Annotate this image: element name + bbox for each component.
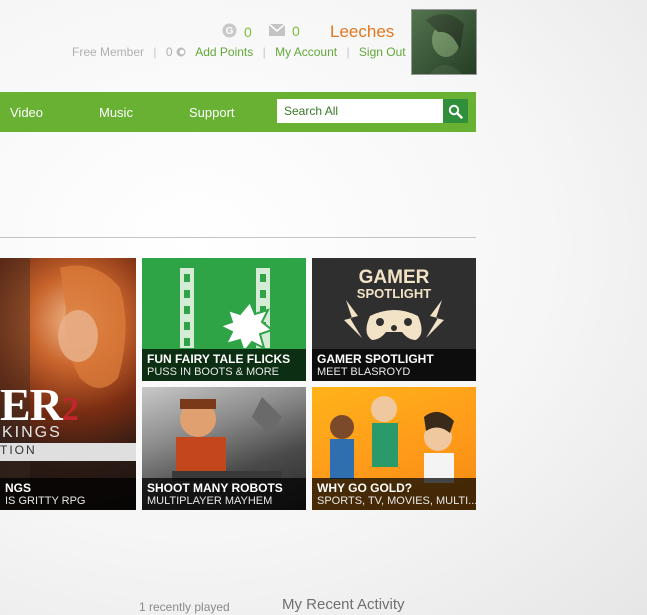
gamerscore-counter: G 0 bbox=[222, 23, 252, 41]
tile-subtitle: SPORTS, TV, MOVIES, MULTI... bbox=[317, 495, 476, 507]
tile-title: SHOOT MANY ROBOTS bbox=[147, 481, 283, 495]
avatar[interactable] bbox=[411, 9, 477, 75]
sign-out-link[interactable]: Sign Out bbox=[359, 45, 406, 59]
witcher-art-kings: KINGS bbox=[2, 424, 62, 441]
search-icon bbox=[448, 104, 463, 124]
witcher-art-edition: TION bbox=[0, 443, 37, 457]
membership-label: Free Member bbox=[72, 45, 145, 59]
add-points-link[interactable]: Add Points bbox=[195, 45, 253, 59]
tile-title: WHY GO GOLD? bbox=[317, 481, 413, 495]
gamerscore-value: 0 bbox=[244, 24, 252, 40]
svg-text:G: G bbox=[226, 26, 234, 37]
tile-gamer-spotlight[interactable]: GAMER SPOTLIGHT GAMER SPOTLIGHT MEET BLA… bbox=[312, 258, 476, 381]
controller-icon bbox=[340, 298, 448, 353]
tile-subtitle: IS GRITTY RPG bbox=[5, 495, 86, 507]
tile-why-go-gold[interactable]: WHY GO GOLD? SPORTS, TV, MOVIES, MULTI..… bbox=[312, 387, 476, 510]
tile-subtitle: PUSS IN BOOTS & MORE bbox=[147, 366, 280, 378]
film-icon bbox=[180, 268, 275, 355]
recent-activity-heading: My Recent Activity bbox=[282, 596, 405, 613]
messages-value: 0 bbox=[292, 23, 300, 39]
account-meta: Free Member | 0 Add Points | My Account … bbox=[72, 45, 406, 60]
user-name[interactable]: Leeches bbox=[330, 22, 394, 42]
tile-fun-fairy-tale-flicks[interactable]: FUN FAIRY TALE FLICKS PUSS IN BOOTS & MO… bbox=[142, 258, 306, 381]
points-icon bbox=[176, 46, 186, 60]
search-input[interactable] bbox=[277, 99, 443, 123]
nav-item-support[interactable]: Support bbox=[189, 105, 235, 120]
content-divider bbox=[0, 237, 476, 238]
envelope-icon bbox=[268, 23, 286, 39]
witcher-art-text: ER bbox=[0, 379, 63, 430]
tile-title: NGS bbox=[5, 481, 32, 495]
tile-title: GAMER SPOTLIGHT bbox=[317, 352, 434, 366]
spotlight-art-line1: GAMER bbox=[358, 267, 430, 288]
tile-subtitle: MULTIPLAYER MAYHEM bbox=[147, 495, 273, 507]
tile-witcher[interactable]: ER2 KINGS TION NGS IS GRITTY RPG bbox=[0, 258, 136, 510]
messages-counter[interactable]: 0 bbox=[268, 23, 300, 39]
nav-item-video[interactable]: Video bbox=[10, 105, 43, 120]
gamerscore-icon: G bbox=[222, 23, 237, 41]
tile-subtitle: MEET BLASROYD bbox=[317, 366, 411, 378]
my-account-link[interactable]: My Account bbox=[275, 45, 337, 59]
points-value: 0 bbox=[165, 45, 173, 59]
search-button[interactable] bbox=[443, 99, 468, 123]
tile-shoot-many-robots[interactable]: SHOOT MANY ROBOTS MULTIPLAYER MAYHEM bbox=[142, 387, 306, 510]
tile-title: FUN FAIRY TALE FLICKS bbox=[147, 352, 291, 366]
main-nav-bar: Video Music Support bbox=[0, 92, 476, 132]
recently-played-label[interactable]: 1 recently played bbox=[139, 600, 230, 614]
nav-item-music[interactable]: Music bbox=[99, 105, 133, 120]
